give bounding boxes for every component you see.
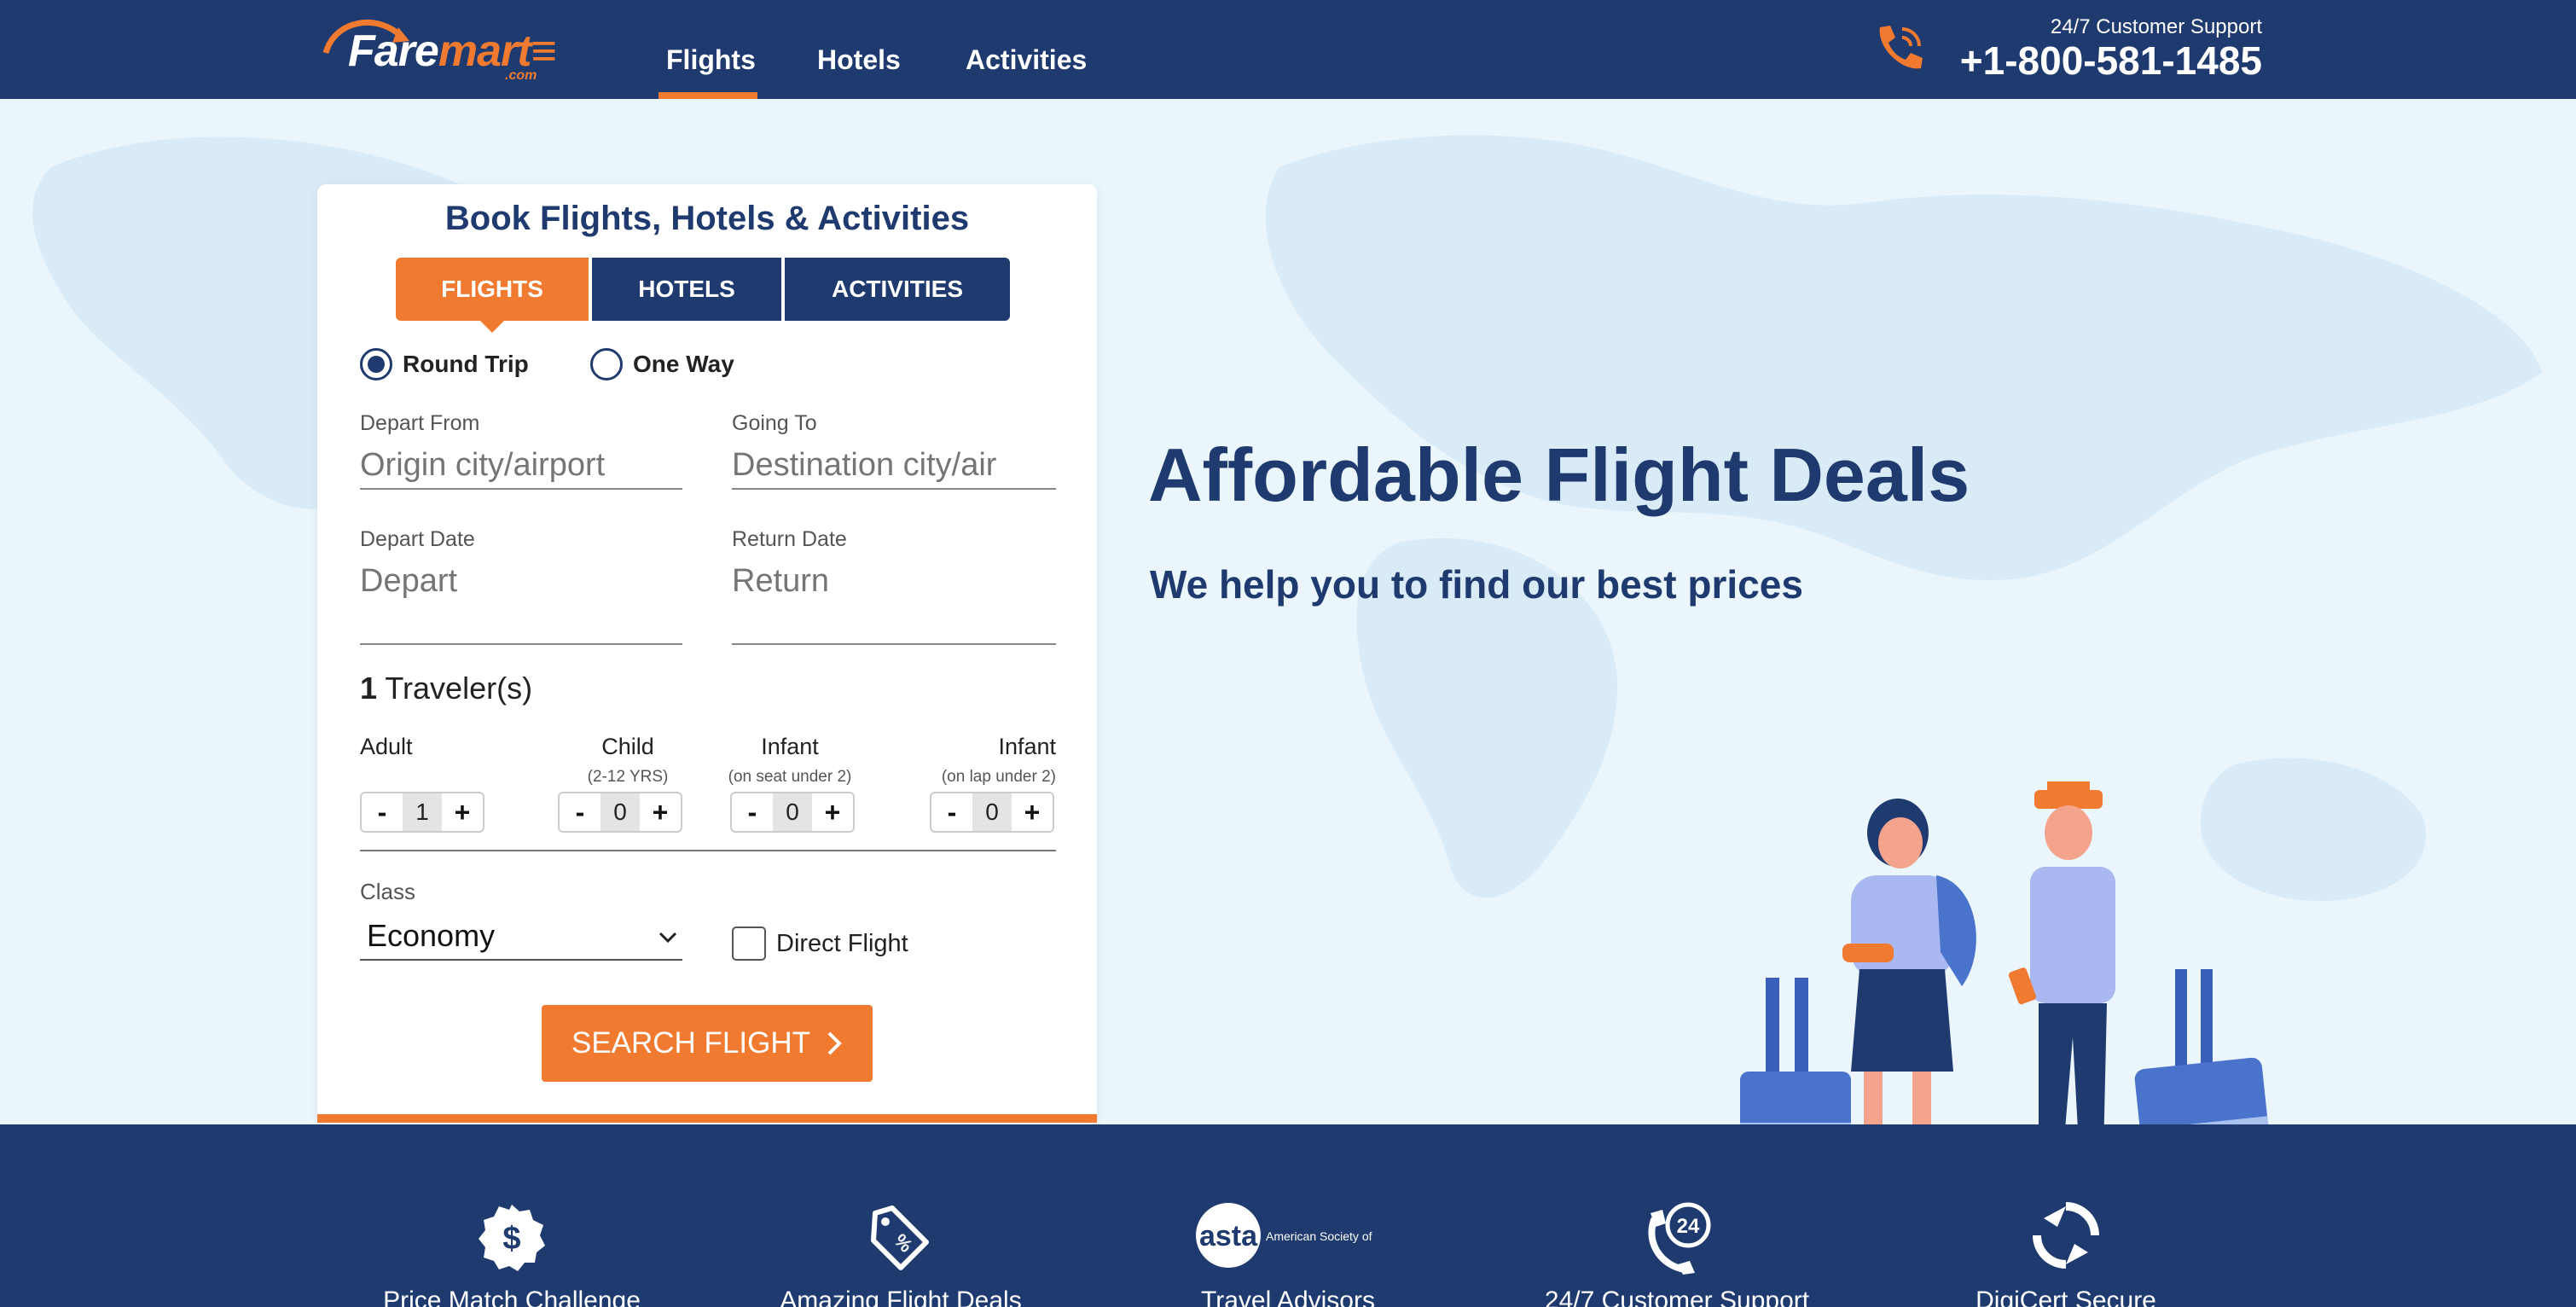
return-date-input[interactable] xyxy=(732,558,1056,645)
class-label: Class xyxy=(360,879,416,904)
depart-date-label: Depart Date xyxy=(360,527,475,551)
tab-hotels[interactable]: HOTELS xyxy=(592,258,781,321)
booking-tabs: FLIGHTS HOTELS ACTIVITIES xyxy=(396,258,1013,333)
tab-flights[interactable]: FLIGHTS xyxy=(396,258,589,333)
search-flight-button[interactable]: SEARCH FLIGHT xyxy=(542,1005,873,1082)
hero-subtitle: We help you to find our best prices xyxy=(1150,562,1803,607)
adult-plus-button[interactable]: + xyxy=(442,793,483,831)
logo-com: .com xyxy=(505,68,537,83)
adult-stepper: - 1 + xyxy=(360,792,484,833)
trip-type-one-way[interactable]: One Way xyxy=(590,348,734,380)
pax-adult-label: Adult xyxy=(360,734,413,759)
dollar-badge-icon: $ xyxy=(479,1205,545,1271)
feature-flight-deals: % Amazing Flight Deals xyxy=(764,1124,1037,1307)
infant-lap-stepper: - 0 + xyxy=(930,792,1054,833)
direct-flight-checkbox[interactable] xyxy=(732,927,766,961)
pax-infant-lap-sub: (on lap under 2) xyxy=(941,768,1056,786)
booking-title: Book Flights, Hotels & Activities xyxy=(444,200,970,237)
booking-card: Book Flights, Hotels & Activities FLIGHT… xyxy=(317,184,1097,1124)
chevron-down-icon xyxy=(659,932,677,944)
direct-flight-label: Direct Flight xyxy=(776,930,908,957)
faremart-logo[interactable]: Faremart≡ .com xyxy=(317,12,573,83)
pax-child-sub: (2-12 YRS) xyxy=(587,768,669,786)
one-way-radio[interactable] xyxy=(590,348,623,380)
infant-lap-minus-button[interactable]: - xyxy=(931,793,972,831)
adult-minus-button[interactable]: - xyxy=(362,793,403,831)
search-flight-label: SEARCH FLIGHT xyxy=(571,1026,811,1060)
nav-active-indicator xyxy=(659,92,757,99)
feature-travel-advisors-label: Travel Advisors xyxy=(1201,1287,1375,1307)
infant-seat-count: 0 xyxy=(773,793,812,831)
discount-tag-icon: % xyxy=(871,1205,929,1270)
svg-text:American Society of: American Society of xyxy=(1266,1229,1372,1243)
chevron-right-icon xyxy=(827,1031,842,1055)
svg-text:$: $ xyxy=(502,1221,520,1257)
support-phone[interactable]: +1-800-581-1485 xyxy=(1960,38,2262,84)
depart-from-input[interactable] xyxy=(360,442,682,490)
travelers-title[interactable]: 1 Traveler(s) xyxy=(360,671,532,706)
support-24-icon: 24 xyxy=(1648,1202,1711,1275)
pax-child-label: Child xyxy=(601,734,654,759)
feature-flight-deals-label: Amazing Flight Deals xyxy=(780,1287,1022,1307)
nav-activities[interactable]: Activities xyxy=(966,44,1087,76)
nav-flights[interactable]: Flights xyxy=(666,44,756,76)
hero-title: Affordable Flight Deals xyxy=(1148,433,1970,517)
asta-logo-icon: asta American Society of xyxy=(1196,1203,1372,1268)
infant-lap-plus-button[interactable]: + xyxy=(1012,793,1053,831)
feature-support-label: 24/7 Customer Support xyxy=(1544,1287,1810,1307)
infant-lap-count: 0 xyxy=(972,793,1012,831)
feature-price-match-label: Price Match Challenge xyxy=(383,1287,641,1307)
phone-icon xyxy=(1879,26,1923,69)
feature-travel-advisors: asta American Society of Travel Advisors xyxy=(1152,1124,1424,1307)
adult-count: 1 xyxy=(403,793,442,831)
return-date-label: Return Date xyxy=(732,527,847,551)
feature-digicert-label: DigiCert Secure xyxy=(1976,1287,2156,1307)
child-minus-button[interactable]: - xyxy=(560,793,600,831)
child-plus-button[interactable]: + xyxy=(640,793,681,831)
going-to-label: Going To xyxy=(732,411,817,435)
pax-infant-lap-label: Infant xyxy=(998,734,1056,759)
features-band: $ Price Match Challenge % Amazing Flight… xyxy=(0,1124,2576,1307)
trip-type-round-trip[interactable]: Round Trip xyxy=(360,348,529,380)
svg-text:24: 24 xyxy=(1677,1215,1700,1238)
travelers-illustration xyxy=(1740,781,2276,1124)
infant-seat-stepper: - 0 + xyxy=(730,792,855,833)
depart-date-input[interactable] xyxy=(360,558,682,645)
class-select[interactable]: Economy xyxy=(360,918,682,961)
class-selected-value: Economy xyxy=(367,918,496,953)
depart-from-label: Depart From xyxy=(360,411,480,435)
support-label: 24/7 Customer Support xyxy=(2050,15,2262,38)
feature-support: 24 24/7 Customer Support xyxy=(1540,1124,1813,1307)
child-count: 0 xyxy=(600,793,640,831)
round-trip-radio[interactable] xyxy=(360,348,392,380)
travelers-divider xyxy=(360,850,1056,851)
feature-digicert: DigiCert Secure xyxy=(1929,1124,2202,1307)
infant-seat-plus-button[interactable]: + xyxy=(812,793,853,831)
svg-text:asta: asta xyxy=(1199,1220,1258,1252)
pax-infant-seat-sub: (on seat under 2) xyxy=(728,768,852,786)
pax-infant-seat-label: Infant xyxy=(761,734,819,759)
booking-card-accent-bar xyxy=(317,1114,1097,1123)
nav-hotels[interactable]: Hotels xyxy=(817,44,901,76)
feature-price-match: $ Price Match Challenge xyxy=(375,1124,648,1307)
tab-activities[interactable]: ACTIVITIES xyxy=(785,258,1010,321)
infant-seat-minus-button[interactable]: - xyxy=(732,793,773,831)
going-to-input[interactable] xyxy=(732,442,1056,490)
site-header: Faremart≡ .com Flights Hotels Activities… xyxy=(0,0,2576,99)
round-trip-label: Round Trip xyxy=(403,351,529,377)
digicert-icon xyxy=(2033,1202,2099,1269)
one-way-label: One Way xyxy=(633,351,734,377)
child-stepper: - 0 + xyxy=(558,792,682,833)
